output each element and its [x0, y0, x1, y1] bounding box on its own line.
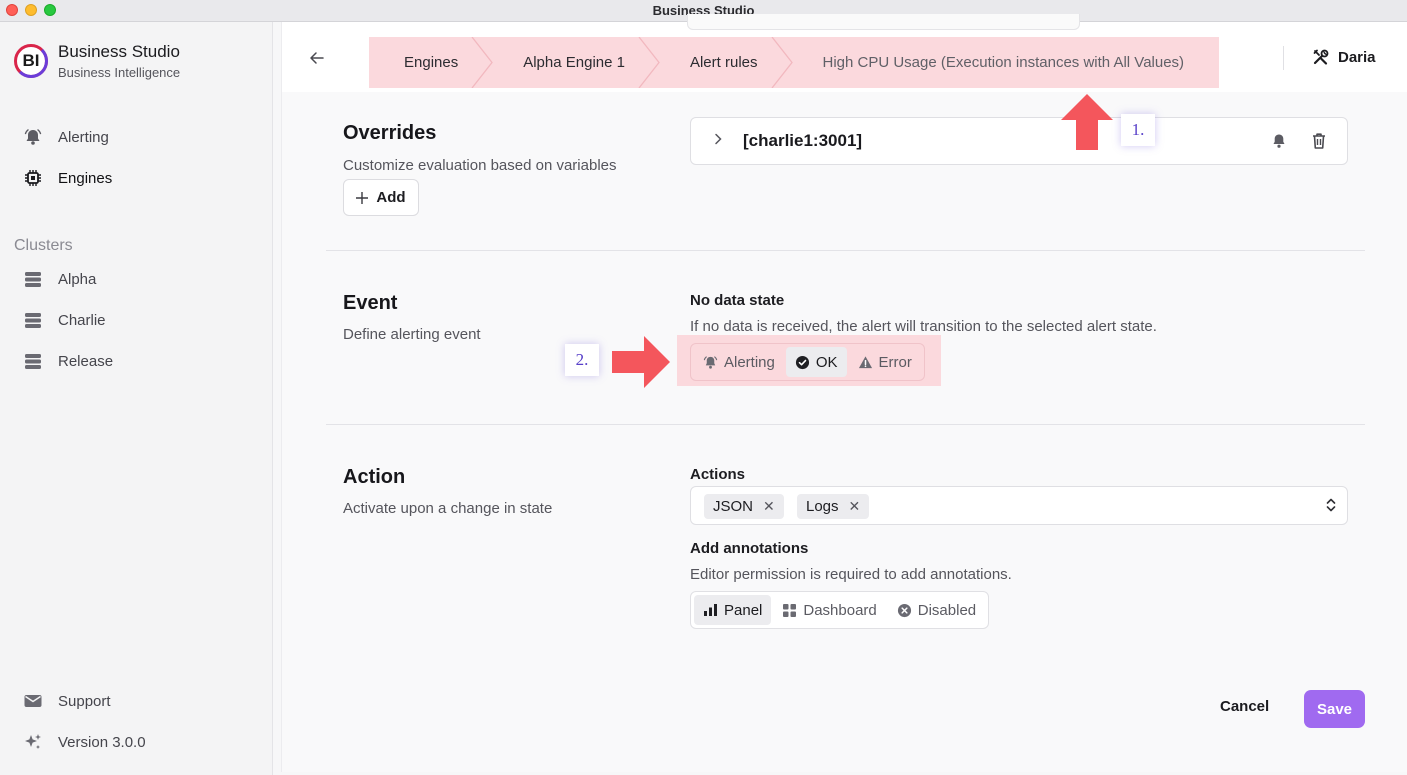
- override-label: [charlie1:3001]: [743, 131, 863, 150]
- annotation-option-dashboard[interactable]: Dashboard: [773, 595, 885, 625]
- version-label: Version 3.0.0: [58, 733, 146, 751]
- no-data-state-title: No data state: [690, 292, 785, 309]
- close-window-button[interactable]: [6, 4, 18, 16]
- brand-logo: BI: [14, 44, 48, 78]
- breadcrumb-item-alert-rules[interactable]: Alert rules: [655, 37, 793, 88]
- tools-icon: [1313, 49, 1329, 65]
- trash-icon[interactable]: [1311, 132, 1327, 155]
- brand[interactable]: BI Business Studio Business Intelligence: [14, 42, 180, 80]
- callout-arrow-right: [612, 336, 670, 388]
- chevron-up-down-icon[interactable]: [1325, 497, 1337, 518]
- header-divider: [1283, 46, 1284, 70]
- sidebar-item-alerting[interactable]: Alerting: [22, 126, 109, 148]
- sidebar-item-release[interactable]: Release: [22, 350, 113, 372]
- minimize-window-button[interactable]: [25, 4, 37, 16]
- bell-icon: [22, 126, 44, 148]
- sparkle-icon: [22, 731, 44, 753]
- callout-badge-2: 2.: [565, 344, 599, 376]
- brand-subtitle: Business Intelligence: [58, 65, 181, 80]
- sidebar-item-label: Charlie: [58, 311, 106, 329]
- sidebar-item-label: Engines: [58, 169, 113, 187]
- main-panel: Engines Alpha Engine 1 Alert rules High …: [281, 14, 1407, 772]
- actions-title: Actions: [690, 466, 746, 483]
- callout-badge-1: 1.: [1121, 114, 1155, 146]
- sidebar-item-engines[interactable]: Engines: [22, 167, 112, 189]
- chip-icon: [22, 167, 44, 189]
- annotations-help: Editor permission is required to add ann…: [690, 566, 1012, 583]
- arrow-left-icon: [310, 52, 324, 64]
- overrides-title: Overrides: [343, 122, 437, 144]
- event-description: Define alerting event: [343, 326, 481, 343]
- sidebar-item-version: Version 3.0.0: [22, 731, 146, 753]
- annotation-option-panel[interactable]: Panel: [694, 595, 772, 625]
- add-override-button[interactable]: Add: [343, 179, 419, 216]
- section-divider: [326, 424, 1365, 425]
- breadcrumb-item-current: High CPU Usage (Execution instances with…: [822, 54, 1185, 71]
- action-description: Activate upon a change in state: [343, 500, 553, 517]
- action-chip-logs: Logs ✕: [797, 494, 870, 519]
- zoom-window-button[interactable]: [44, 4, 56, 16]
- override-item[interactable]: [charlie1:3001]: [690, 117, 1348, 165]
- user-name: Daria: [1338, 48, 1376, 66]
- user-menu[interactable]: Daria: [1312, 48, 1376, 66]
- sidebar-item-label: Alerting: [58, 128, 109, 146]
- remove-chip-icon[interactable]: ✕: [849, 498, 861, 515]
- no-data-state-help: If no data is received, the alert will t…: [690, 318, 1157, 335]
- bell-icon[interactable]: [1271, 133, 1287, 154]
- callout-arrow-up: [1061, 94, 1113, 150]
- annotation-option-disabled[interactable]: Disabled: [888, 595, 985, 625]
- annotations-selector: Panel Dashboard Disabled: [690, 591, 990, 629]
- clusters-heading: Clusters: [14, 237, 73, 254]
- overrides-description: Customize evaluation based on variables: [343, 157, 617, 174]
- server-icon: [22, 309, 44, 331]
- state-option-error[interactable]: Error: [849, 347, 921, 377]
- sidebar-item-label: Alpha: [58, 270, 97, 288]
- server-icon: [22, 350, 44, 372]
- action-chip-json: JSON ✕: [704, 494, 784, 519]
- breadcrumb-item-engines[interactable]: Engines: [369, 37, 494, 88]
- state-option-ok[interactable]: OK: [785, 347, 847, 377]
- bell-icon: [703, 355, 718, 369]
- sidebar-item-charlie[interactable]: Charlie: [22, 309, 106, 331]
- chevron-right-icon[interactable]: [713, 132, 723, 148]
- server-icon: [22, 268, 44, 290]
- sidebar-item-support[interactable]: Support: [22, 690, 111, 712]
- remove-chip-icon[interactable]: ✕: [763, 498, 775, 515]
- annotations-title: Add annotations: [690, 540, 809, 557]
- check-circle-icon: [795, 355, 809, 369]
- back-button[interactable]: [307, 48, 327, 68]
- actions-multiselect[interactable]: JSON ✕ Logs ✕: [690, 486, 1348, 525]
- grid-icon: [783, 603, 797, 617]
- event-title: Event: [343, 292, 398, 314]
- state-option-alerting[interactable]: Alerting: [694, 347, 784, 377]
- mail-icon: [22, 690, 44, 712]
- sidebar: BI Business Studio Business Intelligence…: [0, 22, 273, 775]
- plus-icon: [356, 191, 369, 204]
- sidebar-item-label: Support: [58, 692, 111, 710]
- window-controls: [6, 4, 56, 16]
- breadcrumb-item-engine[interactable]: Alpha Engine 1: [488, 37, 660, 88]
- x-circle-icon: [897, 603, 911, 617]
- obscured-tab-strip: [687, 14, 1080, 30]
- no-data-state-selector: Alerting OK Error: [690, 343, 925, 381]
- header-bar: Engines Alpha Engine 1 Alert rules High …: [282, 14, 1407, 92]
- sidebar-item-label: Release: [58, 352, 114, 370]
- bar-chart-icon: [704, 604, 717, 616]
- brand-name: Business Studio: [58, 42, 180, 61]
- save-button[interactable]: Save: [1304, 690, 1365, 728]
- warning-icon: [858, 355, 872, 368]
- section-divider: [326, 250, 1365, 251]
- breadcrumb: Engines Alpha Engine 1 Alert rules High …: [369, 37, 1214, 88]
- action-title: Action: [343, 466, 406, 488]
- cancel-button[interactable]: Cancel: [1220, 698, 1269, 715]
- sidebar-item-alpha[interactable]: Alpha: [22, 268, 96, 290]
